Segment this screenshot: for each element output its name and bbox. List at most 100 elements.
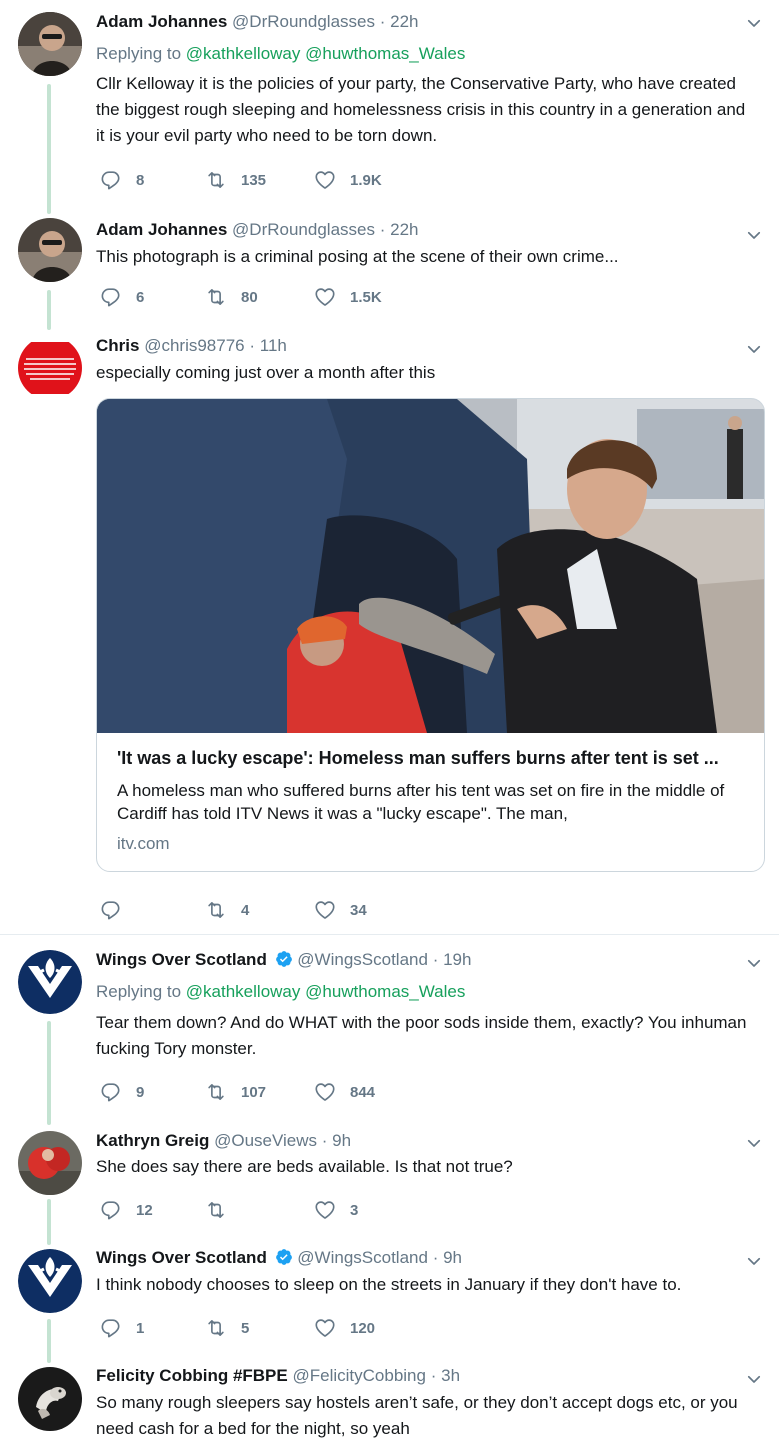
like-count: 34: [350, 901, 367, 919]
separator-dot: ·: [379, 12, 386, 31]
retweet-button[interactable]: [205, 1198, 241, 1222]
reply-button[interactable]: 12: [100, 1198, 153, 1222]
reply-icon: [100, 899, 122, 921]
heart-icon: [314, 169, 336, 191]
tweet-text: Cllr Kelloway it is the policies of your…: [96, 74, 746, 145]
chevron-down-icon[interactable]: [745, 340, 763, 358]
timestamp[interactable]: 9h: [332, 1131, 351, 1150]
handle[interactable]: @DrRoundglasses: [232, 220, 375, 239]
avatar[interactable]: [18, 336, 82, 400]
tweet-header: Adam Johannes @DrRoundglasses · 22h: [96, 218, 419, 242]
reply-mentions-link[interactable]: @kathkelloway @huwthomas_Wales: [186, 44, 466, 63]
display-name[interactable]: Wings Over Scotland: [96, 1248, 267, 1267]
chevron-down-icon[interactable]: [745, 1252, 763, 1270]
like-button[interactable]: 1.5K: [314, 285, 382, 309]
display-name[interactable]: Wings Over Scotland: [96, 950, 267, 969]
chevron-down-icon[interactable]: [745, 226, 763, 244]
replying-to: Replying to @kathkelloway @huwthomas_Wal…: [96, 980, 465, 1004]
retweet-icon: [205, 1199, 227, 1221]
reply-count: 12: [136, 1201, 153, 1219]
avatar-image: [18, 12, 82, 76]
like-button[interactable]: 120: [314, 1316, 375, 1340]
display-name[interactable]: Felicity Cobbing #FBPE: [96, 1366, 288, 1385]
reply-button[interactable]: [100, 898, 136, 922]
retweet-button[interactable]: 107: [205, 1080, 266, 1104]
chevron-down-icon[interactable]: [745, 954, 763, 972]
thread-line: [47, 1319, 51, 1363]
retweet-icon: [205, 899, 227, 921]
reply-button[interactable]: 9: [100, 1080, 144, 1104]
handle[interactable]: @WingsScotland: [297, 950, 428, 969]
like-button[interactable]: 34: [314, 898, 367, 922]
thread-line: [47, 1021, 51, 1125]
timestamp[interactable]: 9h: [443, 1248, 462, 1267]
retweet-button[interactable]: 5: [205, 1316, 249, 1340]
like-button[interactable]: 1.9K: [314, 168, 382, 192]
handle[interactable]: @WingsScotland: [297, 1248, 428, 1267]
handle[interactable]: @FelicityCobbing: [292, 1366, 425, 1385]
avatar[interactable]: [18, 12, 82, 76]
replying-to: Replying to @kathkelloway @huwthomas_Wal…: [96, 42, 465, 66]
display-name[interactable]: Chris: [96, 336, 139, 355]
chevron-down-icon[interactable]: [745, 1370, 763, 1388]
reply-button[interactable]: 8: [100, 168, 144, 192]
retweet-count: 107: [241, 1083, 267, 1101]
reply-count: 9: [136, 1083, 145, 1101]
retweet-button[interactable]: 135: [205, 168, 266, 192]
thread-line: [47, 1199, 51, 1245]
card-title[interactable]: 'It was a lucky escape': Homeless man su…: [117, 747, 747, 769]
card-domain: itv.com: [117, 834, 170, 853]
timestamp[interactable]: 19h: [443, 950, 471, 969]
tweet[interactable]: Adam Johannes @DrRoundglasses · 22h This…: [0, 212, 779, 330]
reply-button[interactable]: 6: [100, 285, 144, 309]
tweet-header: Wings Over Scotland @WingsScotland · 9h: [96, 1246, 462, 1270]
retweet-icon: [205, 169, 227, 191]
retweet-button[interactable]: 80: [205, 285, 258, 309]
retweet-count: 4: [241, 901, 250, 919]
avatar[interactable]: [18, 1249, 82, 1313]
tweet[interactable]: Wings Over Scotland @WingsScotland · 9h …: [0, 1241, 779, 1363]
separator-dot: ·: [321, 1131, 328, 1150]
like-count: 1.9K: [350, 171, 382, 189]
tweet-header: Chris @chris98776 · 11h: [96, 334, 287, 358]
retweet-count: 80: [241, 288, 258, 306]
retweet-icon: [205, 1081, 227, 1103]
link-preview-card[interactable]: 'It was a lucky escape': Homeless man su…: [96, 398, 765, 872]
heart-icon: [314, 1317, 336, 1339]
like-count: 844: [350, 1083, 376, 1101]
like-button[interactable]: 844: [314, 1080, 375, 1104]
handle[interactable]: @chris98776: [144, 336, 244, 355]
tweet-header: Adam Johannes @DrRoundglasses · 22h: [96, 10, 419, 34]
tweet[interactable]: Wings Over Scotland @WingsScotland · 19h…: [0, 935, 779, 1125]
retweet-button[interactable]: 4: [205, 898, 249, 922]
avatar-image: [18, 1367, 82, 1431]
avatar[interactable]: [18, 950, 82, 1014]
display-name[interactable]: Adam Johannes: [96, 220, 227, 239]
avatar[interactable]: [18, 218, 82, 282]
chevron-down-icon[interactable]: [745, 14, 763, 32]
timestamp[interactable]: 22h: [390, 220, 418, 239]
tweet-text: This photograph is a criminal posing at …: [96, 247, 619, 266]
timestamp[interactable]: 11h: [260, 336, 287, 355]
tweet[interactable]: Adam Johannes @DrRoundglasses · 22h Repl…: [0, 0, 779, 214]
card-image[interactable]: [97, 399, 765, 733]
reply-icon: [100, 1317, 122, 1339]
tweet[interactable]: Kathryn Greig @OuseViews · 9h She does s…: [0, 1123, 779, 1245]
handle[interactable]: @OuseViews: [214, 1131, 317, 1150]
display-name[interactable]: Kathryn Greig: [96, 1131, 209, 1150]
tweet[interactable]: Felicity Cobbing #FBPE @FelicityCobbing …: [0, 1359, 779, 1447]
like-button[interactable]: 3: [314, 1198, 358, 1222]
retweet-icon: [205, 1317, 227, 1339]
avatar[interactable]: [18, 1131, 82, 1195]
reply-count: 8: [136, 171, 145, 189]
chevron-down-icon[interactable]: [745, 1134, 763, 1152]
verified-badge-icon: [275, 1248, 293, 1266]
timestamp[interactable]: 3h: [441, 1366, 460, 1385]
handle[interactable]: @DrRoundglasses: [232, 12, 375, 31]
display-name[interactable]: Adam Johannes: [96, 12, 227, 31]
reply-button[interactable]: 1: [100, 1316, 144, 1340]
thread-line: [47, 84, 51, 214]
reply-mentions-link[interactable]: @kathkelloway @huwthomas_Wales: [186, 982, 466, 1001]
timestamp[interactable]: 22h: [390, 12, 418, 31]
avatar[interactable]: [18, 1367, 82, 1431]
